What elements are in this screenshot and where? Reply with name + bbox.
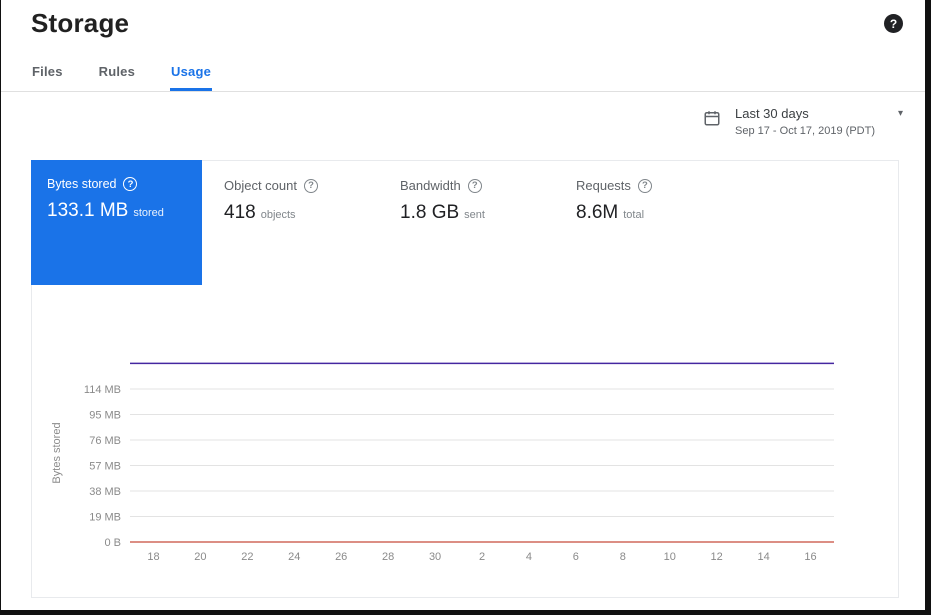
svg-text:2: 2 <box>479 551 485 563</box>
metric-label: Object count <box>224 178 297 193</box>
svg-text:12: 12 <box>711 551 723 563</box>
svg-text:95 MB: 95 MB <box>89 410 121 422</box>
metric-value: 418 <box>224 202 256 224</box>
tab-files[interactable]: Files <box>31 56 64 91</box>
window-frame: Storage ? Files Rules Usage Last 30 days… <box>0 0 931 615</box>
usage-card: Bytes stored ? 133.1 MB stored Object co… <box>31 160 899 598</box>
metric-value: 1.8 GB <box>400 202 459 224</box>
help-circle-icon[interactable]: ? <box>468 179 482 193</box>
chevron-down-icon: ▾ <box>898 108 903 119</box>
svg-text:20: 20 <box>194 551 206 563</box>
metric-unit: stored <box>133 207 164 219</box>
svg-text:16: 16 <box>804 551 816 563</box>
help-icon[interactable]: ? <box>884 14 903 33</box>
metric-requests[interactable]: Requests ? 8.6M total <box>554 160 730 285</box>
calendar-icon[interactable] <box>703 109 721 127</box>
help-circle-icon[interactable]: ? <box>304 179 318 193</box>
date-range-row: Last 30 days ▾ Sep 17 - Oct 17, 2019 (PD… <box>703 106 903 137</box>
svg-text:19 MB: 19 MB <box>89 512 121 524</box>
storage-page: Storage ? Files Rules Usage Last 30 days… <box>1 0 925 610</box>
metric-label: Requests <box>576 178 631 193</box>
tab-rules[interactable]: Rules <box>98 56 136 91</box>
date-range-detail: Sep 17 - Oct 17, 2019 (PDT) <box>735 125 903 137</box>
usage-chart[interactable]: 114 MB 95 MB 76 MB 57 MB 38 MB 19 MB 0 B Bytes … <box>44 329 890 584</box>
metric-object-count[interactable]: Object count ? 418 objects <box>202 160 378 285</box>
date-range-label: Last 30 days <box>735 106 809 121</box>
svg-text:57 MB: 57 MB <box>89 461 121 473</box>
svg-text:8: 8 <box>620 551 626 563</box>
page-title: Storage <box>31 8 129 39</box>
svg-text:114 MB: 114 MB <box>84 384 121 396</box>
svg-text:4: 4 <box>526 551 532 563</box>
metric-unit: sent <box>464 209 485 221</box>
help-circle-icon[interactable]: ? <box>638 179 652 193</box>
metric-bandwidth[interactable]: Bandwidth ? 1.8 GB sent <box>378 160 554 285</box>
tab-bar: Files Rules Usage <box>1 56 925 92</box>
metric-value: 133.1 MB <box>47 200 128 222</box>
svg-text:30: 30 <box>429 551 441 563</box>
metric-value: 8.6M <box>576 202 618 224</box>
svg-text:38 MB: 38 MB <box>89 486 121 498</box>
metric-unit: total <box>623 209 644 221</box>
svg-text:76 MB: 76 MB <box>89 435 121 447</box>
svg-text:14: 14 <box>757 551 769 563</box>
date-range-selector[interactable]: Last 30 days ▾ Sep 17 - Oct 17, 2019 (PD… <box>735 106 903 137</box>
svg-text:6: 6 <box>573 551 579 563</box>
svg-text:18: 18 <box>147 551 159 563</box>
metric-label: Bandwidth <box>400 178 461 193</box>
svg-text:0 B: 0 B <box>104 537 121 549</box>
svg-text:26: 26 <box>335 551 347 563</box>
svg-text:Bytes stored: Bytes stored <box>51 422 63 483</box>
page-header: Storage ? <box>31 8 903 39</box>
svg-text:10: 10 <box>664 551 676 563</box>
svg-text:22: 22 <box>241 551 253 563</box>
tab-usage[interactable]: Usage <box>170 56 212 91</box>
svg-text:28: 28 <box>382 551 394 563</box>
metrics-row: Bytes stored ? 133.1 MB stored Object co… <box>31 160 898 285</box>
metric-label: Bytes stored <box>47 177 116 191</box>
metric-bytes-stored[interactable]: Bytes stored ? 133.1 MB stored <box>31 160 202 285</box>
metric-unit: objects <box>261 209 296 221</box>
svg-text:24: 24 <box>288 551 300 563</box>
help-circle-icon[interactable]: ? <box>123 177 137 191</box>
